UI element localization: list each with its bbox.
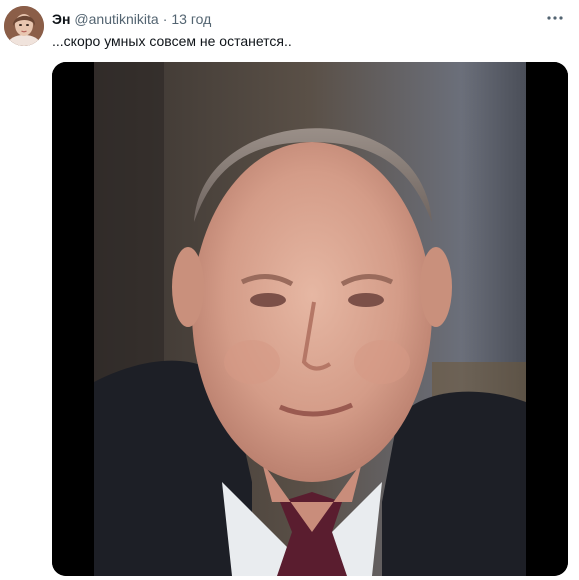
timestamp[interactable]: 13 год — [171, 10, 211, 28]
author-handle[interactable]: @anutiknikita — [74, 10, 158, 28]
tweet-media[interactable] — [52, 62, 568, 576]
more-dots-icon — [547, 16, 563, 20]
separator-dot: · — [162, 11, 168, 27]
tweet-header: Эн @anutiknikita · 13 год — [52, 10, 539, 28]
more-options-button[interactable] — [545, 8, 565, 28]
tweet-text: ...скоро умных совсем не останется.. — [52, 33, 292, 49]
tweet: Эн @anutiknikita · 13 год ...скоро умных… — [0, 0, 579, 580]
media-photo — [52, 62, 568, 576]
author-name[interactable]: Эн — [52, 10, 70, 28]
avatar-image — [4, 6, 44, 46]
avatar[interactable] — [4, 6, 44, 46]
